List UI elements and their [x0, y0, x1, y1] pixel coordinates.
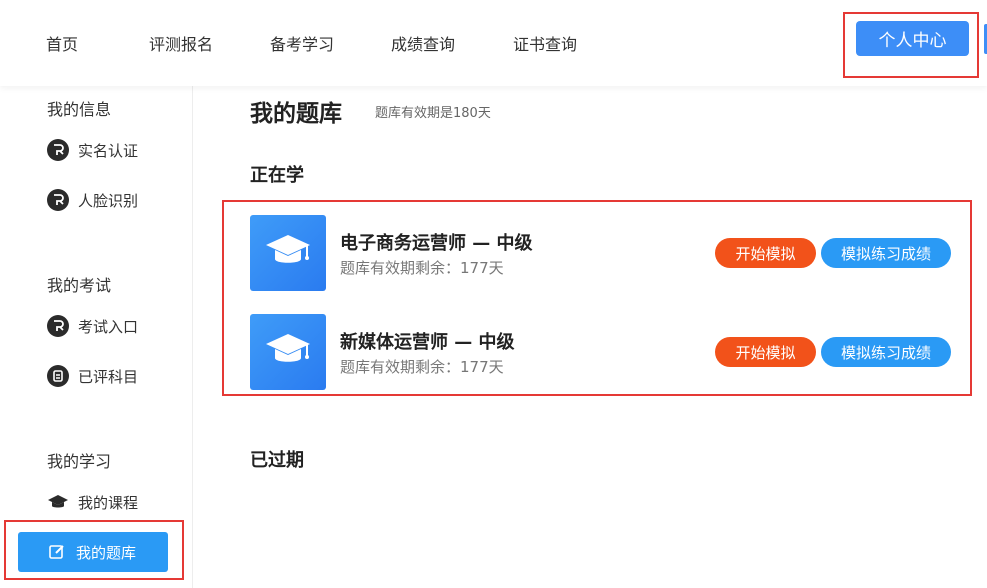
- sidebar-item-label: 人脸识别: [78, 191, 139, 210]
- expired-section-title: 已过期: [250, 450, 304, 471]
- graduation-cap-icon: [263, 330, 313, 374]
- nav-certificate-query[interactable]: 证书查询: [513, 31, 577, 55]
- sidebar-heading-my-exams: 我的考试: [47, 276, 112, 295]
- learning-section-title: 正在学: [250, 165, 304, 186]
- sidebar-item-graded-subjects[interactable]: 已评科目: [47, 365, 138, 387]
- nav-exam-study[interactable]: 备考学习: [270, 31, 334, 55]
- bank-name: 新媒体运营师 — 中级: [340, 332, 515, 353]
- graduation-cap-icon: [47, 491, 69, 513]
- sidebar-heading-my-study: 我的学习: [47, 452, 112, 471]
- face-id-icon: [47, 189, 69, 211]
- top-navigation: 首页 评测报名 备考学习 成绩查询 证书查询 个人中心: [0, 0, 987, 86]
- sidebar-item-face-recognition[interactable]: 人脸识别: [47, 189, 138, 211]
- validity-note: 题库有效期是180天: [375, 106, 491, 121]
- sidebar-item-exam-entry[interactable]: 考试入口: [47, 315, 138, 337]
- nav-exam-registration[interactable]: 评测报名: [149, 31, 213, 55]
- start-simulation-button[interactable]: 开始模拟: [715, 337, 816, 367]
- question-bank-card: 新媒体运营师 — 中级 题库有效期剩余：177天 开始模拟 模拟练习成绩: [250, 314, 960, 390]
- bank-thumbnail: [250, 215, 326, 291]
- sidebar-item-my-question-bank[interactable]: 我的题库: [18, 532, 168, 572]
- nav-score-query[interactable]: 成绩查询: [391, 31, 455, 55]
- bank-thumbnail: [250, 314, 326, 390]
- sidebar-item-real-name-auth[interactable]: 实名认证: [47, 139, 138, 161]
- question-bank-card: 电子商务运营师 — 中级 题库有效期剩余：177天 开始模拟 模拟练习成绩: [250, 215, 960, 291]
- graded-subject-icon: [47, 365, 69, 387]
- sidebar-heading-my-info: 我的信息: [47, 100, 112, 119]
- sidebar-item-label: 我的题库: [76, 543, 137, 562]
- start-simulation-button[interactable]: 开始模拟: [715, 238, 816, 268]
- sidebar-item-label: 考试入口: [78, 317, 139, 336]
- nav-home[interactable]: 首页: [46, 31, 78, 55]
- exam-entry-icon: [47, 315, 69, 337]
- edit-note-icon: [48, 543, 66, 561]
- page-title: 我的题库: [250, 101, 342, 127]
- sidebar-item-my-courses[interactable]: 我的课程: [47, 491, 138, 513]
- profile-center-button[interactable]: 个人中心: [856, 21, 969, 56]
- graduation-cap-icon: [263, 231, 313, 275]
- sidebar-item-label: 已评科目: [78, 367, 139, 386]
- bank-name: 电子商务运营师 — 中级: [340, 233, 533, 254]
- simulation-score-button[interactable]: 模拟练习成绩: [821, 238, 951, 268]
- sidebar-item-label: 我的课程: [78, 493, 139, 512]
- bank-remaining-days: 题库有效期剩余：177天: [340, 358, 504, 376]
- bank-remaining-days: 题库有效期剩余：177天: [340, 259, 504, 277]
- simulation-score-button[interactable]: 模拟练习成绩: [821, 337, 951, 367]
- sidebar-item-label: 实名认证: [78, 141, 139, 160]
- id-badge-icon: [47, 139, 69, 161]
